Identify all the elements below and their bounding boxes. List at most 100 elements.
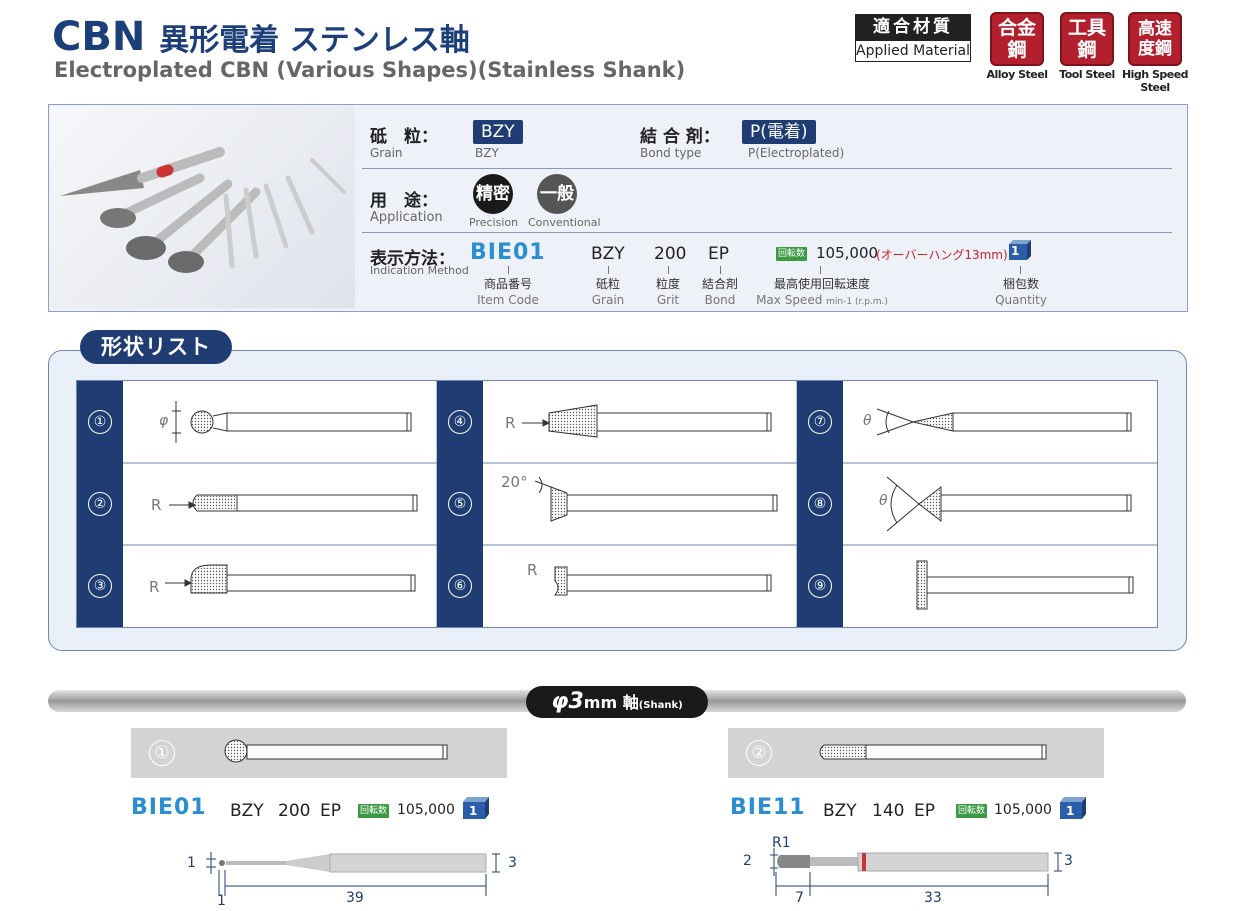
shape-1-label: φ [159,413,169,429]
shape-grid: ① ④ ⑦ ② ⑤ ⑧ ③ ⑥ ⑨ φ R θ R 20° θ R R [76,380,1158,628]
shape-8-number: ⑧ [797,463,843,545]
tick [508,266,509,274]
product-2-shape [819,744,1047,760]
shape-7-number: ⑦ [797,381,843,463]
product-1-dim-shank: 3 [508,855,517,871]
title-jp-rest: 異形電着 ステンレス軸 [159,23,470,58]
high-speed-steel-label: High Speed Steel [1121,68,1189,94]
shank-label: φ3mm 軸(Shank) [526,686,708,718]
product-1-dim-len-b: 39 [346,890,364,906]
shape-5-number: ⑤ [437,463,483,545]
product-1-grit: 200 [278,801,311,821]
applied-material-jp: 適合材質 [855,14,971,40]
product-2-dim-len-b: 33 [924,890,942,906]
tick [608,266,609,274]
product-1-shape [224,739,448,763]
product-photo [50,106,355,308]
product-2-dim-shank: 3 [1064,853,1073,869]
cap-qty-en: Quantity [995,293,1047,307]
shape-1-number: ① [77,381,123,463]
shape-5-label: 20° [501,473,528,491]
product-2-code: BIE11 [730,795,806,820]
ind-bond: EP [708,244,729,264]
grain-value-sub: BZY [475,146,499,160]
ind-code: BIE01 [470,240,546,265]
ind-grain: BZY [591,244,625,264]
cap-speed-en: Max Speed [756,293,823,307]
product-2-rot-badge: 回転数 [956,804,988,818]
application-label: 用 途： [370,191,438,211]
shape-num: ⑨ [808,574,832,598]
tick [820,266,821,274]
cap-qty-jp: 梱包数 [1002,277,1039,291]
shape-num: ⑤ [448,492,472,516]
precision-badge: 精密 [473,174,513,214]
cap-bond-en: Bond [704,293,736,307]
product-2-speed: 105,000 [994,802,1052,818]
grain-value: BZY [473,120,523,144]
cap-bond: 結合剤 Bond [698,276,742,308]
divider [362,232,1172,233]
cap-item-jp: 商品番号 [483,277,532,291]
product-2-dim-r: R1 [772,835,791,851]
product-photo-illustration [60,147,346,273]
cap-grit: 粒度 Grit [648,276,688,308]
application-sub: Application [370,210,443,225]
alloy-steel-label: Alloy Steel [986,68,1048,81]
shape-3-label: R [149,578,160,596]
grain-label: 砥 粒： [370,127,438,147]
shank-phi: φ3 [551,689,584,714]
bond-value-sub: P(Electroplated) [748,146,845,160]
page-title: CBN 異形電着 ステンレス軸 [52,14,470,60]
product-2-dim-len-a: 7 [795,890,804,906]
shape-6-label: R [527,561,538,579]
shank-en: (Shank) [638,700,683,711]
grain-sub: Grain [370,146,403,160]
product-1-dim-head: 1 [187,855,196,871]
precision-label: Precision [469,216,519,229]
shape-6-number: ⑥ [437,545,483,627]
applied-material-en: Applied Material [855,40,971,62]
tick [720,266,721,274]
shape-num: ② [88,492,112,516]
applied-material-box: 適合材質 Applied Material [855,14,971,64]
shape-4-label: R [505,414,516,432]
shape-grid-lines [77,381,1157,627]
product-2-bond: EP [914,801,935,821]
shape-num: ⑥ [448,574,472,598]
shape-2-label: R [151,496,162,514]
shape-num: ③ [88,574,112,598]
product-2-dim-head: 2 [743,853,752,869]
cap-grain: 砥粒 Grain [588,276,628,308]
bond-label: 結 合 剤： [640,127,720,147]
cap-grit-jp: 粒度 [655,277,680,291]
shank-mm: mm [583,693,618,712]
product-1-grain: BZY [230,801,264,821]
ind-rot-badge: 回転数 [776,247,808,261]
product-1-code: BIE01 [131,795,207,820]
cap-item: 商品番号 Item Code [473,276,543,308]
product-2-number: ② [746,740,772,766]
product-2-grain: BZY [823,801,857,821]
shape-9-number: ⑨ [797,545,843,627]
product-2-drawing [770,848,1062,896]
shape-num: ④ [448,410,472,434]
tool-steel-badge: 工具鋼 [1060,12,1114,66]
ind-grit: 200 [654,244,687,264]
conventional-badge: 一般 [537,174,577,214]
shape-4-number: ④ [437,381,483,463]
shape-8-label: θ [879,493,888,509]
shape-3-number: ③ [77,545,123,627]
product-2-qty: 1 [1066,804,1075,818]
shape-7-label: θ [863,413,872,429]
tick [1020,266,1021,274]
indication-sub: Indication Method [370,264,469,277]
bond-sub: Bond type [640,146,702,160]
tick [668,266,669,274]
shape-num: ⑧ [808,492,832,516]
shape-num: ① [88,410,112,434]
product-1-shape-box: ① [131,728,507,778]
product-1-number: ① [149,740,175,766]
cap-grit-en: Grit [656,293,680,307]
cap-bond-jp: 結合剤 [701,277,738,291]
